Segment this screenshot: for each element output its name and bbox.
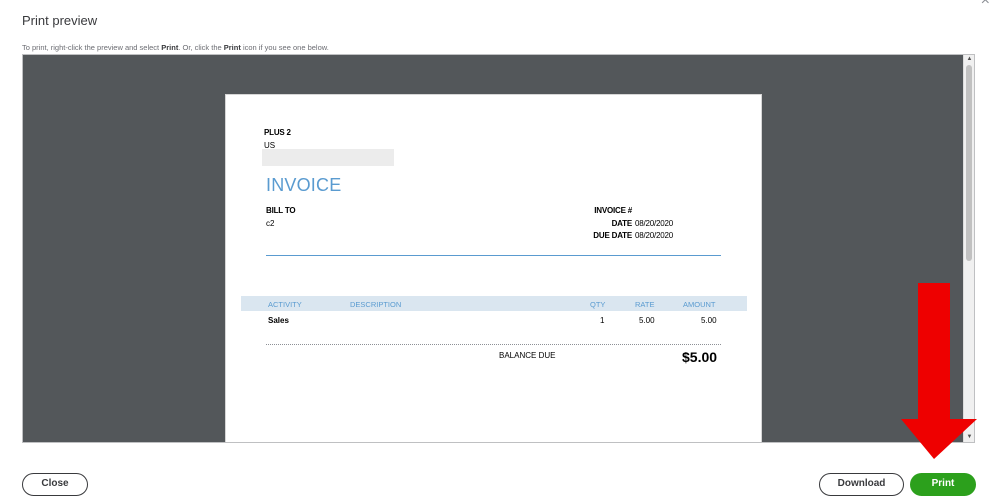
redacted-address <box>262 149 394 166</box>
print-button[interactable]: Print <box>910 473 976 496</box>
line-items-header: ACTIVITY DESCRIPTION QTY RATE AMOUNT <box>241 296 747 311</box>
row-rate: 5.00 <box>639 316 655 325</box>
column-amount: AMOUNT <box>683 300 716 309</box>
invoice-number-value <box>635 205 673 218</box>
column-activity: ACTIVITY <box>268 300 302 309</box>
bill-to-label: BILL TO <box>266 206 296 215</box>
row-amount: 5.00 <box>701 316 717 325</box>
table-row: Sales 1 5.00 5.00 <box>241 314 747 328</box>
instructions-text-2: . Or, click the <box>178 43 224 52</box>
invoice-meta-labels: INVOICE # DATE DUE DATE <box>522 205 632 243</box>
row-activity: Sales <box>268 316 289 325</box>
instructions-bold-print-1: Print <box>161 43 179 52</box>
balance-due-label: BALANCE DUE <box>499 351 556 360</box>
invoice-heading: INVOICE <box>266 175 342 195</box>
dotted-divider <box>266 344 721 345</box>
due-date-value: 08/20/2020 <box>635 231 674 240</box>
invoice-number-label: INVOICE # <box>594 206 632 215</box>
instructions-text-1: To print, right-click the preview and se… <box>22 43 162 52</box>
header-divider <box>266 255 721 256</box>
print-preview-frame[interactable]: PLUS 2 US INVOICE BILL TO c2 INVOICE # D… <box>22 54 975 443</box>
company-name: PLUS 2 <box>264 128 291 137</box>
date-value: 08/20/2020 <box>635 218 674 228</box>
date-label: DATE <box>611 218 633 228</box>
close-icon[interactable]: × <box>981 0 990 9</box>
row-qty: 1 <box>600 316 605 325</box>
bill-to-value: c2 <box>266 219 275 228</box>
scroll-thumb[interactable] <box>966 65 972 261</box>
download-button[interactable]: Download <box>819 473 904 496</box>
print-instructions: To print, right-click the preview and se… <box>22 43 329 52</box>
instructions-text-3: icon if you see one below. <box>240 43 329 52</box>
column-description: DESCRIPTION <box>350 300 402 309</box>
red-arrow-shape <box>901 283 977 459</box>
dialog-title: Print preview <box>22 13 98 28</box>
balance-due-amount: $5.00 <box>682 349 718 365</box>
instructions-bold-print-2: Print <box>223 43 241 52</box>
column-rate: RATE <box>635 300 655 309</box>
column-qty: QTY <box>590 300 606 309</box>
close-button[interactable]: Close <box>22 473 88 496</box>
due-date-label: DUE DATE <box>593 231 632 240</box>
invoice-meta-values: 08/20/2020 08/20/2020 <box>635 205 673 243</box>
invoice-page[interactable]: PLUS 2 US INVOICE BILL TO c2 INVOICE # D… <box>225 94 762 442</box>
scroll-up-arrow-icon[interactable]: ▲ <box>964 55 974 64</box>
red-down-arrow-icon <box>901 283 977 459</box>
